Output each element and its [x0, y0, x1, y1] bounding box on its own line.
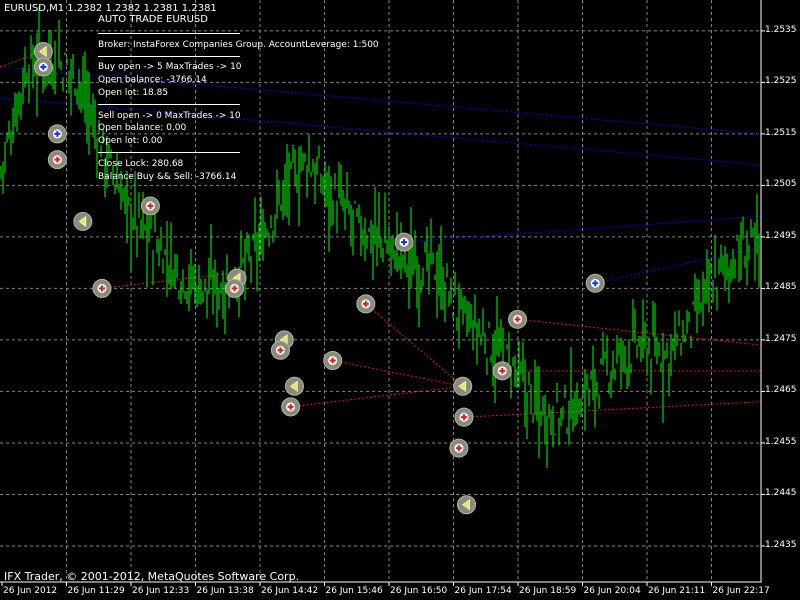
time-label: 26 Jun 12:33 — [132, 586, 190, 596]
copyright-footer: IFX Trader, © 2001-2012, MetaQuotes Soft… — [4, 570, 300, 583]
buy-level-line — [595, 246, 762, 284]
time-label: 26 Jun 20:04 — [583, 586, 641, 596]
sell-level-line — [365, 303, 464, 387]
separator — [98, 33, 240, 34]
trade-marker-close[interactable] — [457, 495, 477, 515]
time-label: 26 Jun 14:42 — [261, 586, 319, 596]
price-label: 1.2495 — [765, 230, 797, 241]
trade-marker-sell[interactable] — [140, 196, 160, 216]
balance-total-info: Balance Buy && Sell: -3766.14 — [98, 172, 237, 182]
price-label: 1.2435 — [765, 539, 797, 550]
price-label: 1.2535 — [765, 24, 797, 35]
metatrader-chart-window[interactable]: EURUSD,M1 1.2382 1.2382 1.2381 1.2381 AU… — [0, 0, 800, 600]
trade-marker-buy[interactable] — [585, 273, 605, 293]
trade-marker-sell[interactable] — [449, 438, 469, 458]
separator — [98, 104, 240, 105]
time-label: 26 Jun 17:54 — [454, 586, 512, 596]
sell-open-info: Sell open -> 0 MaxTrades -> 10 — [98, 111, 241, 121]
trade-marker-close[interactable] — [284, 376, 304, 396]
trade-marker-sell[interactable] — [356, 294, 376, 314]
trade-marker-close[interactable] — [453, 376, 473, 396]
ea-title: AUTO TRADE EURUSD — [98, 14, 208, 25]
trade-marker-sell[interactable] — [92, 278, 112, 298]
time-label: 26 Jun 22:17 — [712, 586, 770, 596]
separator — [98, 152, 240, 153]
time-label: 26 Jun 21:11 — [648, 586, 706, 596]
symbol-header: EURUSD,M1 1.2382 1.2382 1.2381 1.2381 — [4, 3, 217, 14]
sell-balance-info: Open balance: 0.00 — [98, 123, 187, 133]
price-label: 1.2465 — [765, 385, 797, 396]
trade-marker-sell[interactable] — [454, 407, 474, 427]
trade-marker-close[interactable] — [73, 211, 93, 231]
buy-lot-info: Open lot: 18.85 — [98, 88, 169, 98]
close-lock-info: Close Lock: 280.68 — [98, 159, 184, 169]
price-label: 1.2485 — [765, 282, 797, 293]
price-label: 1.2515 — [765, 127, 797, 138]
time-label: 26 Jun 13:38 — [196, 586, 254, 596]
time-label: 26 Jun 15:46 — [325, 586, 383, 596]
buy-balance-info: Open balance: -3766.14 — [98, 75, 207, 85]
separator — [98, 56, 240, 57]
trade-marker-sell[interactable] — [225, 278, 245, 298]
buy-open-info: Buy open -> 5 MaxTrades -> 10 — [98, 62, 242, 72]
price-label: 1.2505 — [765, 179, 797, 190]
time-label: 26 Jun 2012 — [3, 586, 58, 596]
time-label: 26 Jun 16:50 — [390, 586, 448, 596]
trade-marker-buy[interactable] — [33, 57, 53, 77]
sell-level-line — [463, 401, 762, 418]
price-label: 1.2475 — [765, 333, 797, 344]
trade-marker-sell[interactable] — [323, 351, 343, 371]
trade-marker-sell[interactable] — [270, 340, 290, 360]
sell-lot-info: Open lot: 0.00 — [98, 136, 163, 146]
trade-marker-buy[interactable] — [394, 232, 414, 252]
sell-level-line — [290, 385, 463, 408]
trade-marker-sell[interactable] — [492, 361, 512, 381]
trade-marker-buy[interactable] — [47, 124, 67, 144]
sell-level-line — [332, 360, 463, 387]
trade-marker-sell[interactable] — [47, 150, 67, 170]
price-label: 1.2455 — [765, 436, 797, 447]
broker-info: Broker: InstaForex Companies Group. Acco… — [98, 40, 379, 50]
trade-marker-sell[interactable] — [281, 397, 301, 417]
price-label: 1.2445 — [765, 488, 797, 499]
trade-marker-sell[interactable] — [508, 309, 528, 329]
price-label: 1.2525 — [765, 76, 797, 87]
time-label: 26 Jun 18:59 — [519, 586, 577, 596]
time-label: 26 Jun 11:29 — [67, 586, 125, 596]
